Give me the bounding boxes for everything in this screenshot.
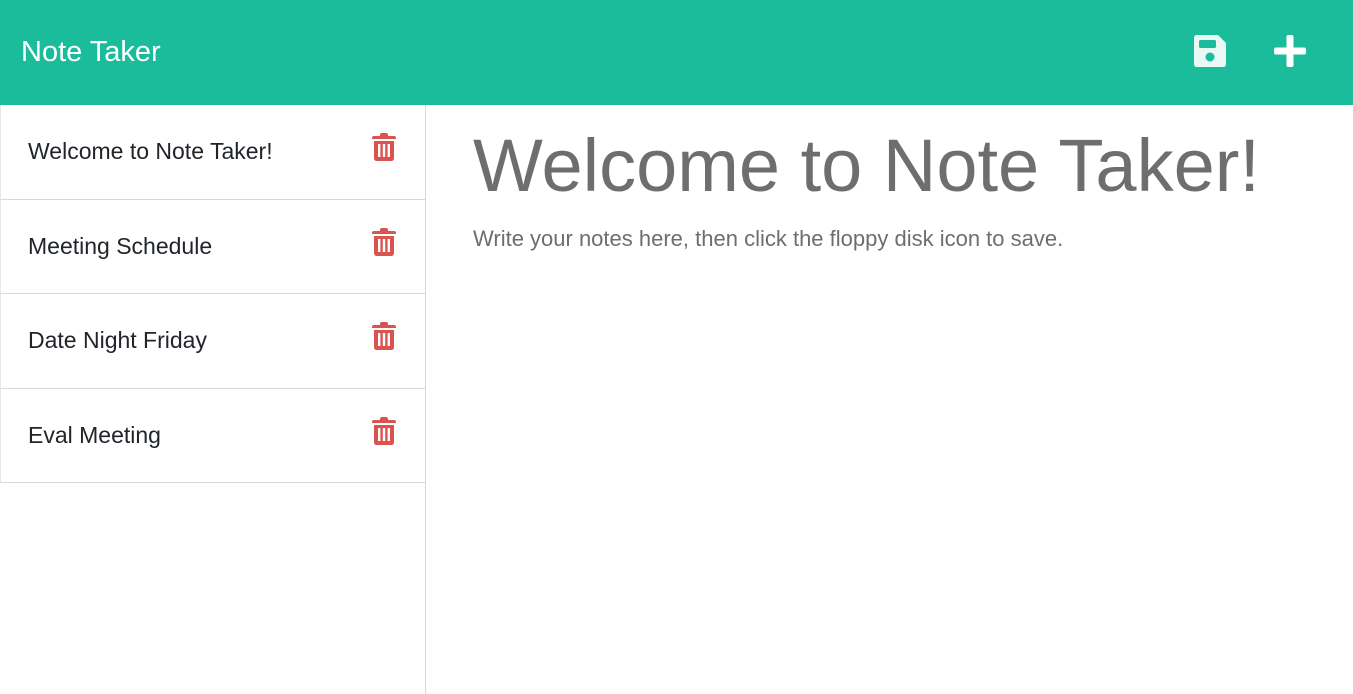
note-title-input[interactable] <box>473 121 1333 211</box>
navbar: Note Taker <box>0 0 1353 105</box>
note-list: Welcome to Note Taker! Meeting Schedule <box>0 105 425 483</box>
note-editor: Write your notes here, then click the fl… <box>426 105 1353 694</box>
list-item[interactable]: Date Night Friday <box>0 294 425 389</box>
list-item[interactable]: Welcome to Note Taker! <box>0 105 425 200</box>
list-item[interactable]: Eval Meeting <box>0 388 425 483</box>
trash-icon[interactable] <box>372 133 396 161</box>
note-list-title[interactable]: Date Night Friday <box>28 324 207 356</box>
plus-icon[interactable] <box>1272 33 1308 69</box>
note-list-title[interactable]: Meeting Schedule <box>28 230 212 262</box>
note-text-area[interactable]: Write your notes here, then click the fl… <box>473 223 1333 663</box>
note-list-title[interactable]: Welcome to Note Taker! <box>28 135 273 167</box>
floppy-disk-icon[interactable] <box>1192 33 1228 69</box>
trash-icon[interactable] <box>372 322 396 350</box>
trash-icon[interactable] <box>372 227 396 256</box>
trash-icon[interactable] <box>372 416 396 445</box>
list-item[interactable]: Meeting Schedule <box>0 199 425 294</box>
note-list-title[interactable]: Eval Meeting <box>28 419 161 451</box>
brand-title[interactable]: Note Taker <box>21 32 161 72</box>
notes-sidebar: Welcome to Note Taker! Meeting Schedule <box>0 105 426 694</box>
